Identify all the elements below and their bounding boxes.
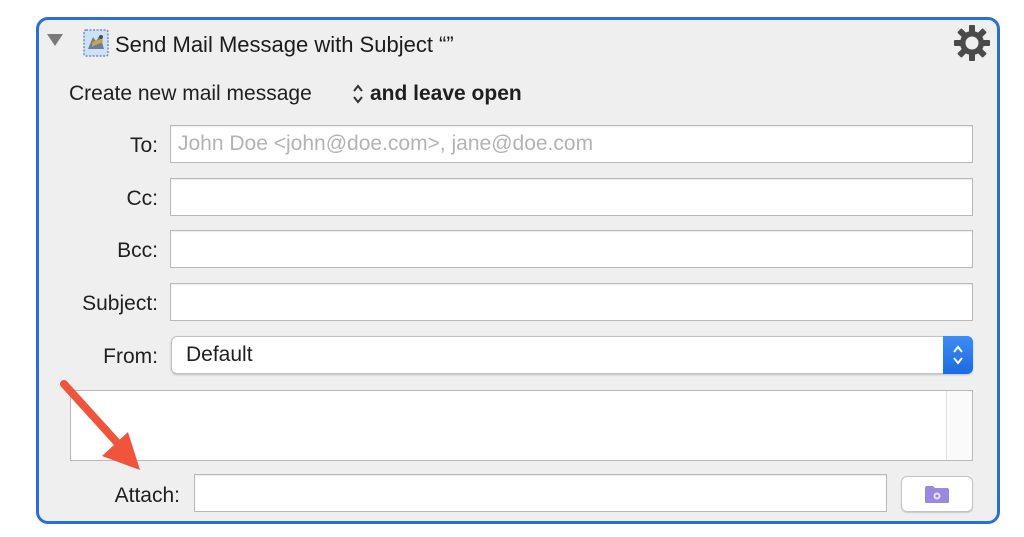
folder-icon: [925, 486, 949, 503]
attach-label: Attach:: [114, 484, 180, 507]
to-field[interactable]: [170, 125, 973, 163]
choose-file-button[interactable]: [901, 476, 973, 512]
action-title: Send Mail Message with Subject “”: [115, 32, 454, 57]
disclosure-triangle-icon[interactable]: [47, 34, 63, 46]
from-popup[interactable]: Default: [171, 336, 973, 374]
mode-popup[interactable]: and leave open: [352, 82, 522, 106]
popup-arrows-icon: [943, 336, 973, 374]
attach-field[interactable]: [194, 474, 887, 512]
from-popup-value: Default: [186, 343, 253, 366]
mode-popup-value: and leave open: [370, 82, 522, 105]
subject-label: Subject:: [82, 292, 158, 315]
annotation-arrow-icon: [60, 380, 140, 470]
to-label: To:: [129, 134, 158, 157]
gear-icon[interactable]: [953, 24, 991, 62]
up-down-chevron-icon: [353, 84, 363, 104]
message-body-area[interactable]: [70, 390, 973, 461]
cc-field[interactable]: [170, 178, 973, 216]
from-label: From:: [103, 345, 158, 368]
body-scrollbar[interactable]: [946, 391, 972, 460]
mode-description: Create new mail message: [69, 82, 312, 105]
subject-field[interactable]: [170, 283, 973, 321]
mail-stamp-icon: [83, 29, 109, 57]
bcc-field[interactable]: [170, 230, 973, 268]
action-panel: Send Mail Message with Subject “” Create…: [36, 17, 1000, 524]
cc-label: Cc:: [126, 187, 159, 210]
bcc-label: Bcc:: [117, 239, 158, 262]
